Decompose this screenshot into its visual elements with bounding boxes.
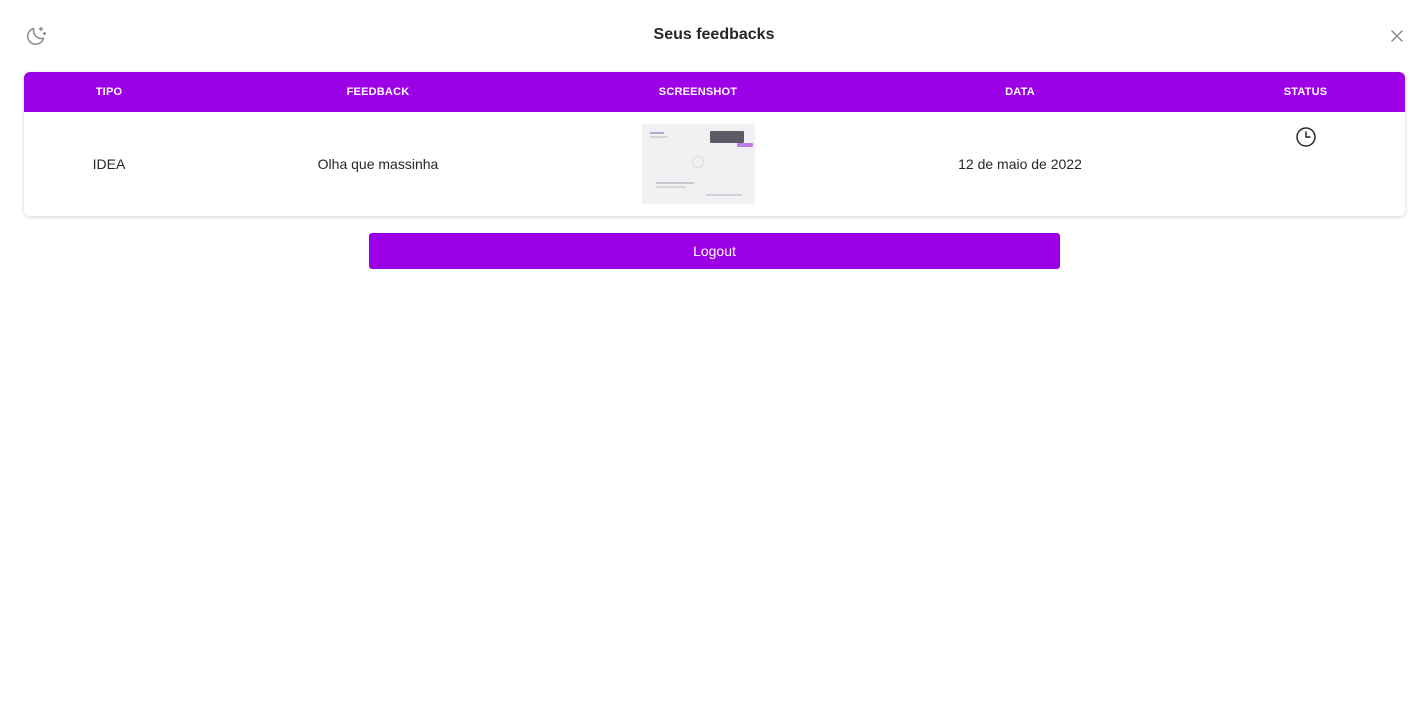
- feedbacks-modal: Seus feedbacks TIPO FEEDBACK SCREENSHOT …: [0, 0, 1428, 705]
- feedbacks-table-card: TIPO FEEDBACK SCREENSHOT DATA STATUS IDE…: [24, 72, 1405, 216]
- close-button[interactable]: [1387, 26, 1407, 46]
- table-row: IDEA Olha que massinha 12 de maio de 202…: [24, 112, 1405, 216]
- cell-feedback: Olha que massinha: [317, 156, 439, 172]
- column-header-screenshot: SCREENSHOT: [658, 86, 738, 98]
- cell-status: [1206, 112, 1405, 216]
- column-header-date: DATA: [1005, 86, 1035, 98]
- page-title: Seus feedbacks: [653, 26, 775, 43]
- clock-icon: [1295, 127, 1316, 147]
- column-header-type: TIPO: [95, 86, 123, 98]
- table-header-row: TIPO FEEDBACK SCREENSHOT DATA STATUS: [24, 72, 1405, 112]
- cell-screenshot: [562, 112, 834, 216]
- feedbacks-table: TIPO FEEDBACK SCREENSHOT DATA STATUS IDE…: [24, 72, 1405, 216]
- logout-button[interactable]: Logout: [369, 233, 1060, 269]
- cell-date: 12 de maio de 2022: [958, 156, 1082, 172]
- close-icon: [1391, 30, 1403, 42]
- screenshot-thumbnail[interactable]: [641, 124, 755, 204]
- cell-type: IDEA: [92, 156, 126, 172]
- column-header-status: STATUS: [1283, 86, 1328, 98]
- column-header-feedback: FEEDBACK: [346, 86, 410, 98]
